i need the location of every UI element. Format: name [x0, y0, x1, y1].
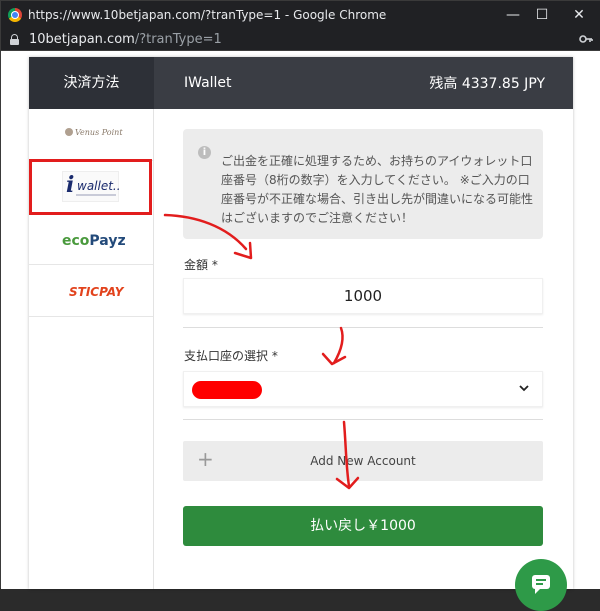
account-select-label: 支払口座の選択 *	[184, 349, 278, 363]
method-header: IWallet 残高 4337.85 JPY	[154, 57, 573, 109]
withdrawal-panel: 決済方法 IWallet 残高 4337.85 JPY Venus Point …	[29, 57, 573, 611]
divider	[183, 327, 543, 328]
account-select[interactable]	[183, 371, 543, 407]
address-bar[interactable]: 10betjapan.com/?tranType=1	[1, 29, 600, 51]
info-text: ご出金を正確に処理するため、お持ちのアイウォレット口座番号（8桁の数字）を入力し…	[221, 154, 534, 225]
ecopayz-logo: ecoPayz	[62, 233, 126, 249]
amount-input[interactable]: 1000	[183, 278, 543, 314]
divider	[183, 419, 543, 420]
page-content: 決済方法 IWallet 残高 4337.85 JPY Venus Point …	[1, 51, 600, 611]
payment-methods-header: 決済方法	[29, 57, 154, 109]
maximize-button[interactable]: ☐	[532, 5, 552, 25]
withdraw-button[interactable]: 払い戻し￥1000	[183, 506, 543, 546]
add-account-button[interactable]: + Add New Account	[183, 441, 543, 481]
info-icon: i	[198, 146, 211, 159]
balance-text: 残高 4337.85 JPY	[429, 76, 545, 92]
payment-method-list: Venus Point i wallet.. ecoPayz STICPAY	[29, 109, 154, 589]
chat-icon	[532, 575, 550, 594]
method-title: IWallet	[184, 75, 232, 91]
amount-label: 金額 *	[184, 258, 218, 272]
url-text[interactable]: 10betjapan.com/?tranType=1	[29, 32, 222, 47]
window-title: https://www.10betjapan.com/?tranType=1 -…	[28, 8, 387, 22]
venus-point-logo: Venus Point	[65, 128, 123, 137]
lock-icon	[10, 34, 19, 45]
selected-method-highlight	[29, 159, 152, 215]
title-bar: https://www.10betjapan.com/?tranType=1 -…	[1, 1, 600, 29]
info-notice: i ご出金を正確に処理するため、お持ちのアイウォレット口座番号（8桁の数字）を入…	[183, 129, 543, 239]
chat-button[interactable]	[515, 559, 567, 611]
minimize-button[interactable]: —	[503, 5, 523, 25]
add-account-label: Add New Account	[310, 454, 416, 468]
sticpay-logo: STICPAY	[69, 285, 124, 299]
redacted-account	[192, 381, 262, 399]
chrome-icon	[8, 8, 22, 22]
chevron-down-icon	[519, 385, 529, 392]
close-button[interactable]: ✕	[569, 5, 589, 25]
key-icon[interactable]	[579, 33, 593, 48]
browser-window: https://www.10betjapan.com/?tranType=1 -…	[0, 0, 600, 611]
